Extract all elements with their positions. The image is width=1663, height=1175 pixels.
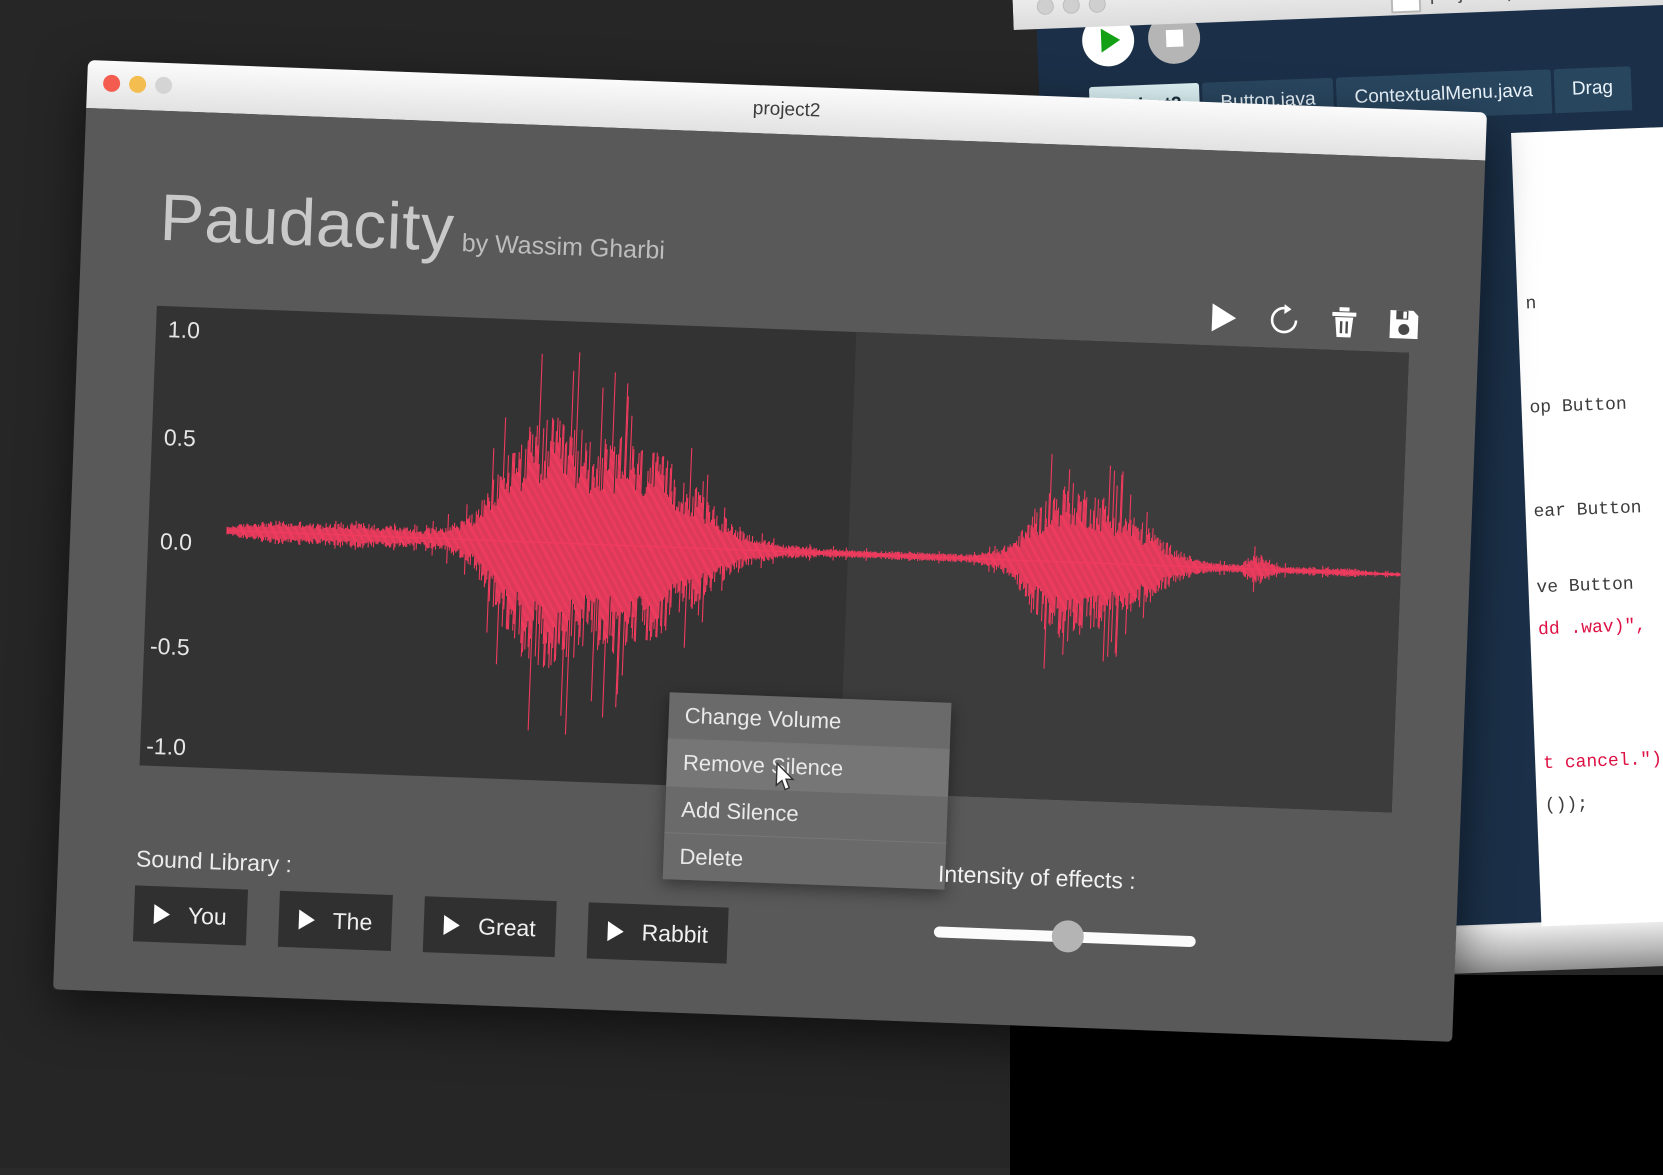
ide-minimize-button[interactable] [1062,0,1080,14]
author-credit: by Wassim Gharbi [461,229,665,266]
page-title: Paudacity [159,179,456,266]
effects-intensity-slider[interactable] [933,915,1196,957]
play-icon [1100,28,1120,53]
maximize-button[interactable] [155,77,173,95]
trash-icon[interactable] [1326,305,1361,340]
menu-item-delete[interactable]: Delete [663,833,947,890]
sound-button-label: Rabbit [641,919,708,948]
sound-button-you[interactable]: You [133,885,248,945]
sound-button-the[interactable]: The [278,891,394,951]
app-branding: Paudacity by Wassim Gharbi [159,179,667,274]
effects-intensity-label: Intensity of effects : [938,860,1137,894]
play-icon [444,915,461,936]
reload-icon[interactable] [1266,302,1301,337]
ide-close-button[interactable] [1036,0,1054,15]
y-tick-label: 1.0 [167,316,200,344]
app-traffic-lights[interactable] [103,75,173,95]
stop-icon [1165,29,1183,47]
app-content: Paudacity by Wassim Gharbi [53,108,1485,1042]
close-button[interactable] [103,75,121,93]
mouse-pointer-icon [774,762,797,793]
ide-window-title: project2 | Processing 3.5.4 [1429,0,1663,5]
ide-maximize-button[interactable] [1088,0,1106,13]
code-line: dd .wav)", [1538,611,1663,641]
context-menu[interactable]: Change Volume Remove Silence Add Silence… [663,692,952,889]
y-tick-label: 0.5 [163,424,196,452]
code-line: n [1525,285,1663,315]
play-icon [607,921,624,942]
ide-code-editor[interactable]: n op Button ear Button ve Button dd .wav… [1511,123,1663,942]
slider-thumb[interactable] [1051,920,1084,953]
sound-button-great[interactable]: Great [423,896,557,957]
save-icon[interactable] [1386,307,1421,342]
y-tick-label: -0.5 [150,633,191,661]
document-icon [1390,0,1421,13]
code-line: ()); [1544,786,1663,816]
code-line: ve Button [1536,569,1663,599]
sound-button-rabbit[interactable]: Rabbit [587,902,729,963]
code-line: ear Button [1533,493,1663,523]
sound-library-label: Sound Library : [136,845,293,878]
play-icon[interactable] [1207,300,1242,335]
sound-button-label: The [332,907,373,935]
ide-tab-drag[interactable]: Drag [1553,66,1632,113]
play-icon [298,910,315,931]
app-toolbar [1207,300,1422,342]
sound-library-buttons: You The Great Rabbit [133,885,729,963]
paudacity-window[interactable]: project2 Paudacity by Wassim Gharbi [53,60,1487,1042]
minimize-button[interactable] [129,76,147,94]
play-icon [154,904,171,925]
sound-button-label: Great [478,913,537,942]
y-tick-label: -1.0 [146,733,187,761]
y-tick-label: 0.0 [159,528,192,556]
code-line: op Button [1529,389,1663,419]
code-line: t cancel.") [1543,745,1663,775]
ide-traffic-lights[interactable] [1036,0,1106,15]
sound-button-label: You [187,902,227,930]
